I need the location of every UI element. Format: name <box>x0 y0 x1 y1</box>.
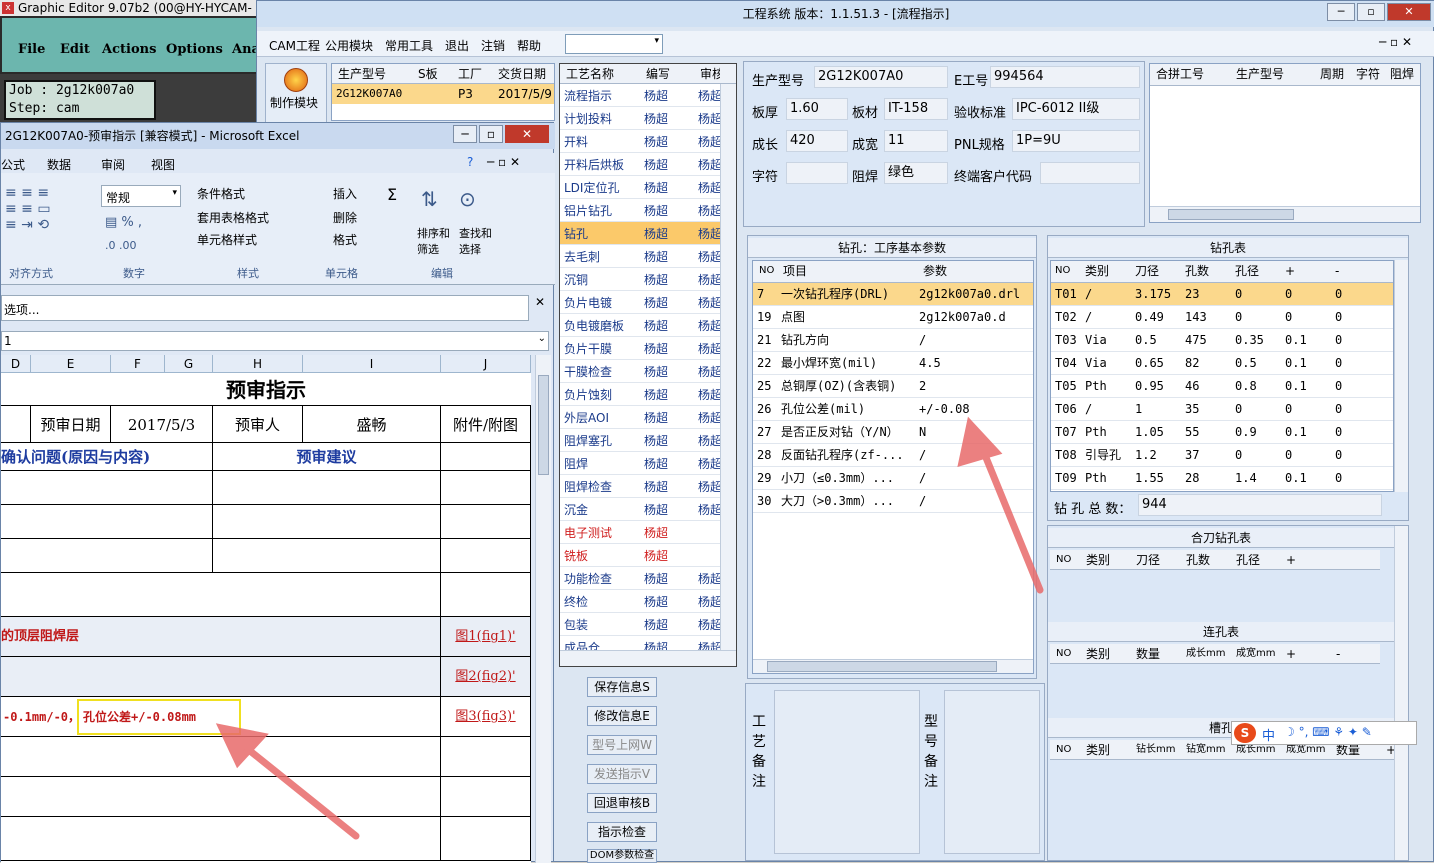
arrow-params-head <box>957 416 1003 468</box>
arrow-params <box>974 434 1044 594</box>
arrow-excel <box>230 734 360 840</box>
annotation-arrows <box>215 416 1044 840</box>
